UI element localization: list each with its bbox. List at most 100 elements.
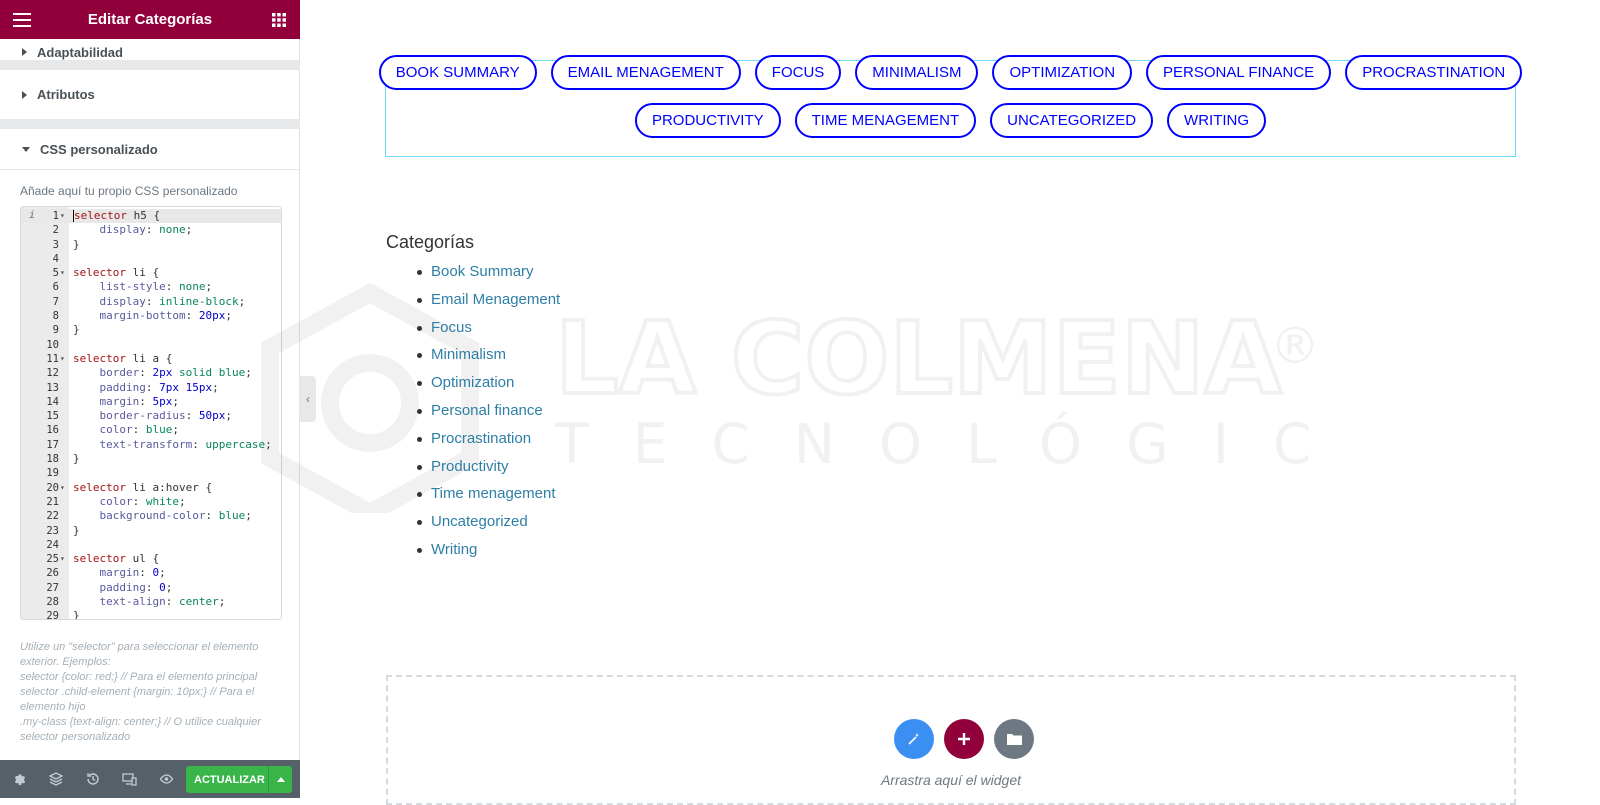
code-text[interactable]: margin: 0;: [73, 566, 166, 580]
category-pill[interactable]: Personal finance: [1146, 55, 1332, 90]
category-link[interactable]: Email Menagement: [431, 291, 560, 308]
code-text[interactable]: selector ul {: [73, 552, 159, 566]
section-custom-css[interactable]: CSS personalizado: [0, 129, 300, 170]
section-attributes[interactable]: Atributos: [0, 70, 300, 120]
category-pill[interactable]: Focus: [754, 55, 842, 90]
category-pill[interactable]: Productivity: [634, 103, 781, 138]
category-link[interactable]: Procrastination: [431, 430, 531, 447]
eye-icon[interactable]: [148, 760, 185, 798]
code-line[interactable]: 6 list-style: none;: [21, 280, 281, 294]
section-adaptability[interactable]: Adaptabilidad: [0, 39, 300, 61]
category-pill[interactable]: Minimalism: [855, 55, 979, 90]
code-line[interactable]: 13 padding: 7px 15px;: [21, 381, 281, 395]
code-line[interactable]: 17 text-transform: uppercase;: [21, 438, 281, 452]
code-line[interactable]: 5 ▾ selector li {: [21, 266, 281, 280]
update-button[interactable]: ACTUALIZAR: [186, 766, 273, 793]
widgets-grid-icon[interactable]: [259, 0, 298, 39]
magic-wand-button[interactable]: [894, 719, 934, 759]
gear-icon[interactable]: [0, 760, 37, 798]
category-pill[interactable]: Writing: [1167, 103, 1267, 138]
layers-icon[interactable]: [37, 760, 74, 798]
code-text[interactable]: }: [73, 452, 80, 466]
code-line[interactable]: 12 border: 2px solid blue;: [21, 366, 281, 380]
responsive-icon[interactable]: [111, 760, 148, 798]
code-text[interactable]: margin: 5px;: [73, 395, 180, 409]
category-link[interactable]: Uncategorized: [431, 513, 528, 530]
code-line[interactable]: 9}: [21, 323, 281, 337]
code-line[interactable]: 4: [21, 252, 281, 266]
code-text[interactable]: text-align: center;: [73, 595, 226, 609]
panel-collapse-handle[interactable]: ‹: [300, 376, 316, 422]
code-text[interactable]: }: [73, 238, 80, 252]
category-pill[interactable]: Email Menagement: [550, 55, 741, 90]
code-text[interactable]: display: inline-block;: [73, 295, 246, 309]
category-pill[interactable]: Optimization: [992, 55, 1133, 90]
code-text[interactable]: display: none;: [73, 223, 193, 237]
code-line[interactable]: 7 display: inline-block;: [21, 295, 281, 309]
code-line[interactable]: 14 margin: 5px;: [21, 395, 281, 409]
categories-widget[interactable]: Book Summary Email Menagement Focus Minimal…: [378, 55, 1523, 157]
category-link[interactable]: Writing: [431, 541, 477, 558]
css-code-editor[interactable]: i 1 ▾ selector h5 {2 display: none; 3} 4 5 ▾ sel…: [20, 206, 282, 620]
code-line[interactable]: 28 text-align: center;: [21, 595, 281, 609]
category-pill[interactable]: Procrastination: [1345, 55, 1523, 90]
code-line[interactable]: 2 display: none;: [21, 223, 281, 237]
code-text[interactable]: }: [73, 323, 80, 337]
code-line[interactable]: 8 margin-bottom: 20px;: [21, 309, 281, 323]
category-link[interactable]: Personal finance: [431, 402, 543, 419]
editor-code-lines[interactable]: i 1 ▾ selector h5 {2 display: none; 3} 4 5 ▾ sel…: [21, 209, 281, 619]
code-text[interactable]: padding: 0;: [73, 581, 173, 595]
code-text[interactable]: }: [73, 609, 80, 619]
category-link[interactable]: Book Summary: [431, 263, 534, 280]
code-text[interactable]: text-transform: uppercase;: [73, 438, 272, 452]
code-text[interactable]: background-color: blue;: [73, 509, 252, 523]
code-line[interactable]: 25 ▾ selector ul {: [21, 552, 281, 566]
category-link[interactable]: Optimization: [431, 374, 514, 391]
update-options-button[interactable]: [268, 766, 292, 793]
fold-arrow-icon[interactable]: ▾: [60, 209, 68, 223]
hamburger-menu-icon[interactable]: [2, 0, 41, 39]
code-text[interactable]: color: white;: [73, 495, 186, 509]
code-line[interactable]: 24: [21, 538, 281, 552]
code-text[interactable]: border-radius: 50px;: [73, 409, 232, 423]
category-link[interactable]: Productivity: [431, 458, 509, 475]
code-line[interactable]: 20 ▾ selector li a:hover {: [21, 481, 281, 495]
code-line[interactable]: 27 padding: 0;: [21, 581, 281, 595]
fold-arrow-icon[interactable]: ▾: [60, 481, 68, 495]
category-link[interactable]: Minimalism: [431, 346, 506, 363]
fold-arrow-icon[interactable]: ▾: [60, 352, 68, 366]
code-text[interactable]: color: blue;: [73, 423, 180, 437]
code-text[interactable]: padding: 7px 15px;: [73, 381, 219, 395]
code-line[interactable]: 10: [21, 338, 281, 352]
fold-arrow-icon[interactable]: ▾: [60, 266, 68, 280]
add-template-button[interactable]: [994, 719, 1034, 759]
code-line[interactable]: 15 border-radius: 50px;: [21, 409, 281, 423]
code-text[interactable]: selector li a:hover {: [73, 481, 212, 495]
code-line[interactable]: 19: [21, 466, 281, 480]
code-line[interactable]: 3}: [21, 238, 281, 252]
code-text[interactable]: selector h5 {: [73, 209, 160, 223]
history-icon[interactable]: [74, 760, 111, 798]
add-section-button[interactable]: [944, 719, 984, 759]
code-text[interactable]: margin-bottom: 20px;: [73, 309, 232, 323]
category-pill[interactable]: Time menagement: [794, 103, 977, 138]
category-pill[interactable]: Book Summary: [378, 55, 537, 90]
fold-arrow-icon[interactable]: ▾: [60, 552, 68, 566]
category-link[interactable]: Focus: [431, 319, 472, 336]
code-line[interactable]: 23}: [21, 524, 281, 538]
code-text[interactable]: }: [73, 524, 80, 538]
code-line[interactable]: 21 color: white;: [21, 495, 281, 509]
code-line[interactable]: 18}: [21, 452, 281, 466]
code-line[interactable]: 22 background-color: blue;: [21, 509, 281, 523]
category-pill[interactable]: Uncategorized: [990, 103, 1154, 138]
code-text[interactable]: selector li a {: [73, 352, 172, 366]
category-link[interactable]: Time menagement: [431, 485, 556, 502]
code-line[interactable]: 26 margin: 0;: [21, 566, 281, 580]
code-text[interactable]: selector li {: [73, 266, 159, 280]
code-line[interactable]: i 1 ▾ selector h5 {: [21, 209, 281, 224]
code-line[interactable]: 11 ▾ selector li a {: [21, 352, 281, 366]
code-text[interactable]: border: 2px solid blue;: [73, 366, 252, 380]
code-line[interactable]: 16 color: blue;: [21, 423, 281, 437]
widget-drop-zone[interactable]: Arrastra aquí el widget: [386, 675, 1516, 805]
code-line[interactable]: 29}: [21, 609, 281, 619]
